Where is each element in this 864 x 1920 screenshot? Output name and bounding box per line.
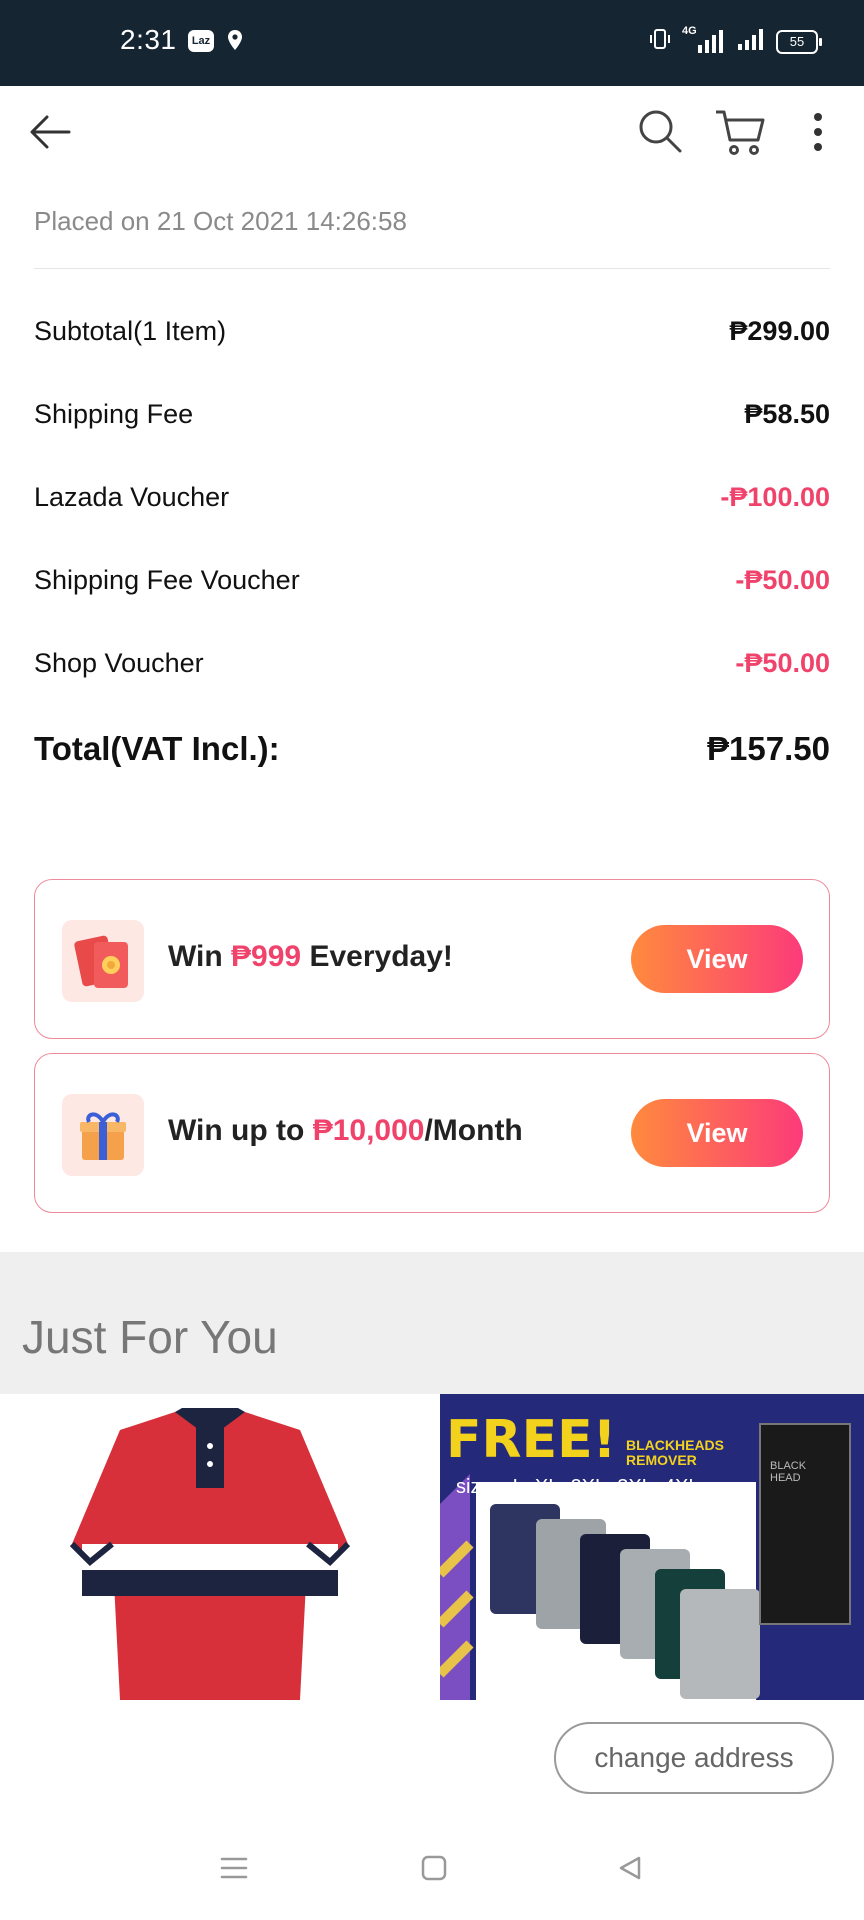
product-card-polo[interactable] bbox=[0, 1394, 420, 1700]
promo-highlight: ₱999 bbox=[231, 940, 302, 973]
banner-free: FREE! bbox=[446, 1410, 617, 1470]
vibrate-icon bbox=[648, 27, 672, 56]
row-value: ₱58.50 bbox=[744, 398, 830, 429]
total-label: Total(VAT Incl.): bbox=[34, 730, 280, 767]
signal-icon bbox=[736, 26, 766, 57]
more-options-icon[interactable] bbox=[800, 104, 836, 160]
promo-card-daily[interactable]: Win ₱999 Everyday! View bbox=[34, 879, 830, 1039]
promo-text-post: Everyday! bbox=[301, 940, 453, 973]
top-app-bar bbox=[0, 86, 864, 186]
cart-icon[interactable] bbox=[712, 104, 768, 160]
promo-text: Win ₱999 Everyday! bbox=[168, 940, 453, 974]
red-envelope-icon bbox=[62, 920, 144, 1002]
lazada-voucher-row: Lazada Voucher -₱100.00 bbox=[34, 477, 830, 517]
total-value: ₱157.50 bbox=[707, 730, 830, 767]
shipping-fee-voucher-row: Shipping Fee Voucher -₱50.00 bbox=[34, 560, 830, 600]
view-button[interactable]: View bbox=[631, 1099, 803, 1167]
banner-item: BLACKHEADS REMOVER bbox=[626, 1437, 724, 1468]
network-type: 4G bbox=[682, 24, 697, 37]
order-placed-date: Placed on 21 Oct 2021 14:26:58 bbox=[34, 206, 407, 236]
lazada-app-icon: Laz bbox=[188, 30, 214, 52]
battery-icon: 55 bbox=[776, 29, 822, 54]
section-title: Just For You bbox=[22, 1311, 278, 1363]
row-value: -₱100.00 bbox=[720, 481, 830, 512]
gift-box-icon bbox=[62, 1094, 144, 1176]
promo-text-pre: Win bbox=[168, 940, 232, 973]
shipping-fee-row: Shipping Fee ₱58.50 bbox=[34, 394, 830, 434]
signal-4g-icon: 4G bbox=[682, 25, 726, 55]
subtotal-row: Subtotal(1 Item) ₱299.00 bbox=[34, 311, 830, 351]
total-row: Total(VAT Incl.): ₱157.50 bbox=[34, 726, 830, 772]
row-label: Subtotal(1 Item) bbox=[34, 315, 227, 346]
view-button[interactable]: View bbox=[631, 925, 803, 993]
shop-voucher-row: Shop Voucher -₱50.00 bbox=[34, 643, 830, 683]
change-address-button[interactable]: change address bbox=[554, 1722, 834, 1794]
row-label: Shipping Fee Voucher bbox=[34, 564, 300, 595]
row-value: ₱299.00 bbox=[729, 315, 830, 346]
system-navigation-bar bbox=[0, 1830, 864, 1920]
product-card-underwear[interactable]: FREE! BLACKHEADS REMOVER sizes: L, XL, 2… bbox=[440, 1394, 864, 1700]
promo-highlight: ₱10,000 bbox=[312, 1114, 425, 1147]
back-arrow-icon[interactable] bbox=[24, 106, 76, 158]
promo-text-pre: Win up to bbox=[168, 1114, 313, 1147]
promo-text-post: /Month bbox=[424, 1114, 523, 1147]
pack-text: BLACK HEAD bbox=[770, 1460, 807, 1484]
status-time: 2:31 bbox=[120, 24, 177, 55]
status-right-cluster: 4G 55 bbox=[648, 25, 822, 57]
row-value: -₱50.00 bbox=[735, 564, 830, 595]
location-icon bbox=[228, 30, 242, 55]
search-icon[interactable] bbox=[634, 104, 686, 158]
promo-text: Win up to ₱10,000/Month bbox=[168, 1114, 523, 1148]
row-label: Lazada Voucher bbox=[34, 481, 230, 512]
promo-card-monthly[interactable]: Win up to ₱10,000/Month View bbox=[34, 1053, 830, 1213]
row-label: Shop Voucher bbox=[34, 647, 204, 678]
back-triangle-icon[interactable] bbox=[614, 1852, 646, 1884]
menu-icon[interactable] bbox=[218, 1852, 250, 1884]
status-bar: 2:31 Laz 4G 55 bbox=[0, 0, 864, 86]
row-value: -₱50.00 bbox=[735, 647, 830, 678]
polo-shirt-image bbox=[69, 1408, 351, 1700]
banner-sizes: sizes: L, XL, 2XL, 3XL, 4XL bbox=[456, 1476, 700, 1498]
divider bbox=[34, 268, 830, 269]
row-label: Shipping Fee bbox=[34, 398, 194, 429]
home-icon[interactable] bbox=[418, 1852, 450, 1884]
